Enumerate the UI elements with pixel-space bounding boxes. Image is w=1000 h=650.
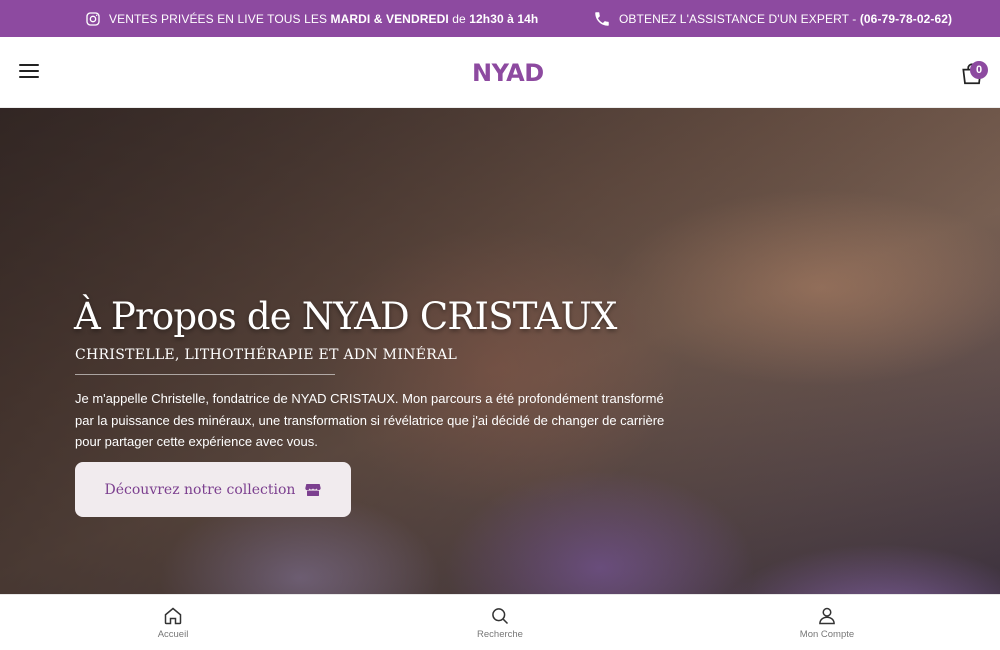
nav-label-account: Mon Compte xyxy=(799,629,855,640)
live-sales-days: MARDI & VENDREDI xyxy=(330,11,449,26)
page-title: À Propos de NYAD CRISTAUX xyxy=(74,295,617,338)
cart-count-badge: 0 xyxy=(970,61,988,79)
hamburger-icon[interactable] xyxy=(19,64,39,80)
live-sales-mid: de xyxy=(448,11,470,26)
nav-item-home[interactable]: Accueil xyxy=(113,595,233,650)
hero-description: Je m'appelle Christelle, fondatrice de N… xyxy=(75,391,665,449)
expert-assistance-prefix: OBTENEZ L'ASSISTANCE D'UN EXPERT - xyxy=(619,11,860,26)
home-icon xyxy=(164,607,182,625)
live-sales-time: 12h30 à 14h xyxy=(469,11,539,26)
phone-icon xyxy=(595,11,609,26)
live-sales-prefix: VENTES PRIVÉES EN LIVE TOUS LES xyxy=(109,11,331,26)
live-sales-notice[interactable]: VENTES PRIVÉES EN LIVE TOUS LES MARDI & … xyxy=(85,0,538,37)
user-icon xyxy=(819,607,835,625)
expert-assistance-notice[interactable]: OBTENEZ L'ASSISTANCE D'UN EXPERT - (06-7… xyxy=(593,0,952,37)
hero-divider xyxy=(75,374,335,375)
site-header: NYAD xyxy=(0,37,1000,108)
discover-collection-label: Découvrez notre collection xyxy=(104,481,296,498)
hero-subtitle: CHRISTELLE, LITHOTHÉRAPIE ET ADN MINÉRAL xyxy=(75,347,458,363)
instagram-icon xyxy=(86,11,100,26)
expert-phone-number[interactable]: (06-79-78-02-62) xyxy=(860,12,952,26)
site-logo[interactable]: NYAD xyxy=(472,59,544,87)
nav-item-search[interactable]: Recherche xyxy=(440,595,560,650)
nav-item-account[interactable]: Mon Compte xyxy=(767,595,887,650)
search-icon xyxy=(492,608,509,625)
hero-section: À Propos de NYAD CRISTAUX CHRISTELLE, LI… xyxy=(0,108,1000,594)
announcement-bar: VENTES PRIVÉES EN LIVE TOUS LES MARDI & … xyxy=(0,0,1000,37)
nav-label-home: Accueil xyxy=(157,629,189,640)
discover-collection-button[interactable]: Découvrez notre collection xyxy=(75,462,351,517)
bottom-navigation: Accueil Recherche Mon Compte xyxy=(0,594,1000,650)
nav-label-search: Recherche xyxy=(477,629,523,640)
store-icon xyxy=(305,483,322,496)
